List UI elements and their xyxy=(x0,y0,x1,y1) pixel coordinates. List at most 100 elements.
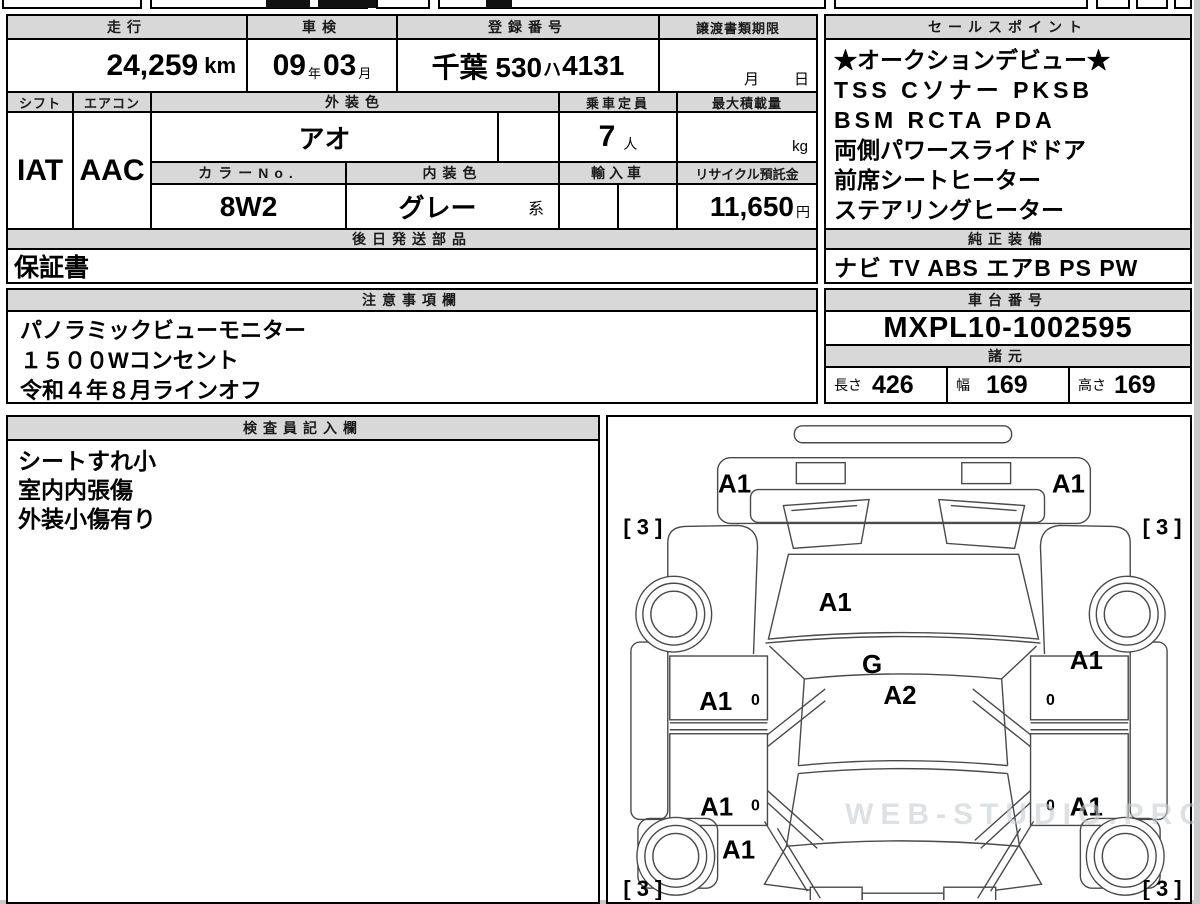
recycle-deposit-header-label: リサイクル預託金 xyxy=(695,166,799,182)
running-board-left xyxy=(630,641,669,821)
tire-depth-front-left: [ 3 ] xyxy=(623,514,662,539)
transfer-month-label: 月 xyxy=(744,71,760,88)
genuine-equipment-cell: ナビ TV ABS エアB PS PW xyxy=(824,248,1192,284)
import-header-label: 輸入車 xyxy=(591,165,645,181)
later-parts-header: 後日発送部品 xyxy=(6,228,818,250)
chassis-value: MXPL10-1002595 xyxy=(883,311,1133,344)
sales-point-line: TSS Cソナー PKSB xyxy=(834,77,1094,103)
interior-color-suffix: 系 xyxy=(527,200,544,218)
mark-left-front-door: A1 xyxy=(699,688,732,716)
later-parts-value-cell: 保証書 xyxy=(6,248,818,284)
cutoff-text-remnant xyxy=(486,0,512,8)
shift-value-cell: IAT xyxy=(6,111,74,230)
registration-header-label: 登録番号 xyxy=(488,19,568,35)
front-light-right xyxy=(961,461,1012,485)
spec-width-value: 169 xyxy=(986,370,1028,399)
sales-point-line: BSM RCTA PDA xyxy=(834,107,1056,133)
cutoff-text-remnant xyxy=(318,0,376,8)
interior-color-header-label: 内装色 xyxy=(422,165,483,181)
mileage-value-cell: 24,259 km xyxy=(6,38,248,93)
right-diagonals xyxy=(972,688,1035,899)
chassis-header-label: 車台番号 xyxy=(968,292,1048,308)
recycle-deposit-value: 11,650 xyxy=(709,190,794,222)
notes-cell: パノラミックビューモニター １５００Wコンセント 令和４年８月ラインオフ xyxy=(6,310,818,404)
front-light-left xyxy=(795,461,846,485)
aircon-value-cell: AAC xyxy=(72,111,152,230)
inspection-year-unit: 年 xyxy=(307,66,321,81)
mileage-header: 走行 xyxy=(6,14,248,40)
mark-cowl: G xyxy=(862,651,882,679)
interior-color-value-cell: グレー 系 xyxy=(345,183,560,230)
inspection-month-unit: 月 xyxy=(358,66,372,81)
shift-header-label: シフト xyxy=(18,95,61,111)
sales-points-cell: ★オークションデビュー★ TSS Cソナー PKSB BSM RCTA PDA … xyxy=(824,38,1192,230)
capacity-unit: 人 xyxy=(623,136,638,152)
capacity-header: 乗車定員 xyxy=(558,91,678,113)
interior-color-value: グレー xyxy=(398,193,477,223)
transfer-day-label: 日 xyxy=(794,71,810,88)
capacity-value: 7 xyxy=(598,120,616,153)
spec-height-cell: 高さ 169 xyxy=(1068,366,1192,404)
recycle-deposit-unit: 円 xyxy=(796,203,810,220)
rear-window-arc xyxy=(798,759,1008,775)
color-no-value-cell: 8W2 xyxy=(150,183,347,230)
wheels xyxy=(635,575,1166,896)
specs-header-label: 諸元 xyxy=(988,348,1028,364)
wiper-left-blade xyxy=(791,504,858,512)
genuine-equipment-header-label: 純正装備 xyxy=(968,231,1048,247)
running-board-right xyxy=(1129,641,1168,821)
rear-bumper-bar xyxy=(861,892,945,902)
cutoff-box xyxy=(2,0,142,9)
inspection-year: 09 xyxy=(272,48,306,82)
exterior-color-blank-cell xyxy=(497,111,560,163)
interior-color-header: 内装色 xyxy=(345,161,560,185)
capacity-value-cell: 7 人 xyxy=(558,111,678,163)
mileage-value: 24,259 xyxy=(106,48,199,82)
mark-left-rear-door: A1 xyxy=(700,793,733,821)
sales-points-header-label: セールスポイント xyxy=(928,19,1088,35)
inspector-line: 外装小傷有り xyxy=(18,506,156,532)
cutoff-box xyxy=(1096,0,1130,9)
inspector-header-label: 検査員記入欄 xyxy=(243,420,363,436)
exterior-color-value: アオ xyxy=(298,123,351,154)
import-value-cell-a xyxy=(558,183,619,230)
tail-light-right xyxy=(943,886,997,902)
cutoff-text-remnant xyxy=(266,0,310,8)
shift-header: シフト xyxy=(6,91,74,113)
max-load-unit: kg xyxy=(792,138,808,155)
aircon-header-label: エアコン xyxy=(83,95,140,111)
inspection-header-label: 車検 xyxy=(302,19,342,35)
notes-header: 注意事項欄 xyxy=(6,288,818,312)
transfer-deadline-value-cell: 月 日 xyxy=(658,38,818,93)
windshield xyxy=(767,553,1040,640)
chassis-header: 車台番号 xyxy=(824,288,1192,312)
mark-right-front-fender: A1 xyxy=(1070,647,1103,675)
mark-left-rear-quarter: A1 xyxy=(722,836,755,864)
import-value-cell-b xyxy=(617,183,678,230)
front-grille-strip xyxy=(793,425,1013,444)
max-load-value-cell: kg xyxy=(676,111,818,163)
cutoff-box xyxy=(1174,0,1192,9)
max-load-header-label: 最大積載量 xyxy=(711,95,782,111)
spec-width-label: 幅 xyxy=(956,377,970,393)
tire-depth-rear-left: [ 3 ] xyxy=(623,876,662,900)
note-line: 令和４年８月ラインオフ xyxy=(20,378,263,403)
registration-header: 登録番号 xyxy=(396,14,660,40)
watermark: WEB-STUDIO.PRO xyxy=(845,798,1200,831)
genuine-equipment-value: ナビ TV ABS エアB PS PW xyxy=(834,255,1139,281)
mileage-unit: km xyxy=(204,52,236,78)
mileage-header-label: 走行 xyxy=(107,19,147,35)
front-bumper xyxy=(716,456,1092,525)
transfer-deadline-header: 譲渡書類期限 xyxy=(658,14,818,40)
spec-width-cell: 幅 169 xyxy=(946,366,1070,404)
color-no-value: 8W2 xyxy=(219,190,278,222)
registration-region: 千葉 530 xyxy=(431,51,543,83)
color-no-header-label: カラーNo. xyxy=(198,165,299,181)
mark-front-bumper-left: A1 xyxy=(718,471,751,499)
auction-sheet: 走行 車検 登録番号 譲渡書類期限 24,259 km 09 年 03 月 千葉… xyxy=(0,0,1200,904)
sales-points-header: セールスポイント xyxy=(824,14,1192,40)
inspector-header: 検査員記入欄 xyxy=(6,415,600,441)
tire-depth-rear-right: [ 3 ] xyxy=(1143,876,1182,900)
later-parts-value: 保証書 xyxy=(14,254,90,282)
sales-point-line: 両側パワースライドドア xyxy=(834,137,1086,163)
